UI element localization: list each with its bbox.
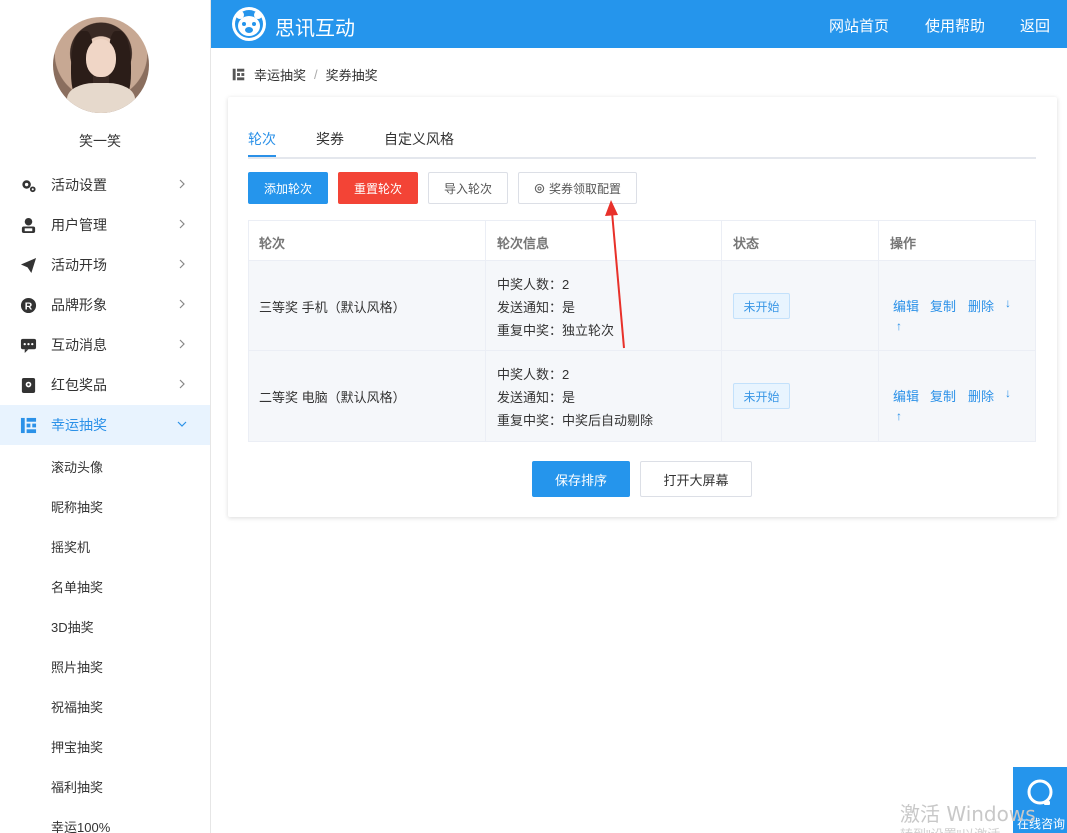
status-badge: 未开始 xyxy=(733,383,790,409)
tab-custom-style[interactable]: 自定义风格 xyxy=(384,129,454,149)
lottery-icon xyxy=(232,68,245,80)
sidebar-subitem[interactable]: 照片抽奖 xyxy=(0,645,210,685)
sidebar-subitem[interactable]: 押宝抽奖 xyxy=(0,725,210,765)
sidebar-subitem[interactable]: 滚动头像 xyxy=(0,445,210,485)
round-name: 三等奖 手机（默认风格） xyxy=(259,300,406,315)
sidebar-menu: 活动设置 用户管理 活动开场 R 品牌形象 互动消息 红包奖品 幸运抽奖 滚动头… xyxy=(0,165,210,833)
save-order-button[interactable]: 保存排序 xyxy=(532,461,630,497)
round-info-line: 重复中奖：独立轮次 xyxy=(497,323,615,338)
table-row: 三等奖 手机（默认风格） 中奖人数：2 发送通知：是 重复中奖：独立轮次 未开始… xyxy=(249,261,1035,351)
sidebar-item-label: 品牌形象 xyxy=(51,297,107,313)
breadcrumb-separator: / xyxy=(314,66,318,82)
sidebar-item-label: 红包奖品 xyxy=(51,377,107,393)
nav-help-link[interactable]: 使用帮助 xyxy=(925,15,985,36)
delete-link[interactable]: 删除 xyxy=(968,296,994,315)
round-info-line: 中奖人数：2 xyxy=(497,277,570,292)
sidebar-item-brand-image[interactable]: R 品牌形象 xyxy=(0,285,210,325)
ticket-claim-config-button[interactable]: 奖券领取配置 xyxy=(518,172,637,204)
chevron-down-icon xyxy=(177,421,187,427)
sidebar-item-label: 幸运抽奖 xyxy=(51,417,107,433)
top-header: 思讯互动 网站首页 使用帮助 返回 xyxy=(211,0,1067,48)
edit-link[interactable]: 编辑 xyxy=(893,386,919,405)
gift-icon xyxy=(21,377,36,394)
delete-link[interactable]: 删除 xyxy=(968,386,994,405)
nav-home-link[interactable]: 网站首页 xyxy=(829,15,889,36)
move-down-icon[interactable]: ↓ xyxy=(1005,386,1011,400)
sidebar-item-red-envelope-prizes[interactable]: 红包奖品 xyxy=(0,365,210,405)
sidebar-item-lucky-draw[interactable]: 幸运抽奖 xyxy=(0,405,210,445)
windows-activation-watermark-sub: 转到"设置"以激活 xyxy=(900,824,1000,833)
main-panel: 轮次 奖券 自定义风格 添加轮次 重置轮次 导入轮次 奖券领取配置 轮次 轮次信… xyxy=(228,97,1057,517)
chevron-right-icon xyxy=(179,379,185,389)
move-down-icon[interactable]: ↓ xyxy=(1005,296,1011,310)
sidebar-item-user-management[interactable]: 用户管理 xyxy=(0,205,210,245)
sidebar-item-activity-opening[interactable]: 活动开场 xyxy=(0,245,210,285)
column-header: 状态 xyxy=(733,236,760,251)
tab-tickets[interactable]: 奖券 xyxy=(316,129,344,149)
edit-link[interactable]: 编辑 xyxy=(893,296,919,315)
breadcrumb: 幸运抽奖 / 奖券抽奖 xyxy=(232,64,378,84)
column-header: 操作 xyxy=(890,236,917,251)
breadcrumb-current: 奖券抽奖 xyxy=(325,67,378,83)
username: 笑一笑 xyxy=(79,133,121,149)
brand-name: 思讯互动 xyxy=(275,16,355,40)
column-header: 轮次信息 xyxy=(497,236,550,251)
send-icon xyxy=(20,257,37,274)
import-round-button[interactable]: 导入轮次 xyxy=(428,172,508,204)
tab-rounds[interactable]: 轮次 xyxy=(248,129,276,149)
open-big-screen-button[interactable]: 打开大屏幕 xyxy=(640,461,752,497)
move-up-icon[interactable]: ↑ xyxy=(896,319,902,333)
sidebar-item-interactive-messages[interactable]: 互动消息 xyxy=(0,325,210,365)
sidebar-item-activity-settings[interactable]: 活动设置 xyxy=(0,165,210,205)
copy-link[interactable]: 复制 xyxy=(930,386,956,405)
button-label: 奖券领取配置 xyxy=(548,181,621,196)
rounds-table: 轮次 轮次信息 状态 操作 三等奖 手机（默认风格） 中奖人数：2 发送通知：是… xyxy=(248,220,1036,442)
round-name: 二等奖 电脑（默认风格） xyxy=(259,390,406,405)
move-up-icon[interactable]: ↑ xyxy=(896,409,902,423)
round-info-line: 重复中奖：中奖后自动剔除 xyxy=(497,413,654,428)
sidebar: 笑一笑 活动设置 用户管理 活动开场 R 品牌形象 互动消息 红包奖品 幸运抽奖… xyxy=(0,0,211,833)
add-round-button[interactable]: 添加轮次 xyxy=(248,172,328,204)
sidebar-subitem[interactable]: 名单抽奖 xyxy=(0,565,210,605)
svg-text:R: R xyxy=(25,301,33,312)
chevron-right-icon xyxy=(179,299,185,309)
sidebar-subitem[interactable]: 祝福抽奖 xyxy=(0,685,210,725)
gear-icon xyxy=(534,183,545,193)
chevron-right-icon xyxy=(179,339,185,349)
chevron-right-icon xyxy=(179,179,185,189)
round-info-line: 发送通知：是 xyxy=(497,300,576,315)
sidebar-subitem[interactable]: 昵称抽奖 xyxy=(0,485,210,525)
lottery-icon xyxy=(20,417,37,434)
sidebar-item-label: 用户管理 xyxy=(51,217,107,233)
sidebar-item-label: 活动设置 xyxy=(51,177,107,193)
windows-activation-watermark: 激活 Windows xyxy=(900,802,1036,826)
round-info-line: 中奖人数：2 xyxy=(497,367,570,382)
copy-link[interactable]: 复制 xyxy=(930,296,956,315)
breadcrumb-item[interactable]: 幸运抽奖 xyxy=(254,65,306,84)
sidebar-subitem[interactable]: 3D抽奖 xyxy=(0,605,210,645)
column-header: 轮次 xyxy=(259,236,286,251)
sidebar-subitem[interactable]: 福利抽奖 xyxy=(0,765,210,805)
tab-bar: 轮次 奖券 自定义风格 xyxy=(248,129,1036,159)
status-badge: 未开始 xyxy=(733,293,790,319)
gear-icon xyxy=(22,180,36,193)
reset-round-button[interactable]: 重置轮次 xyxy=(338,172,418,204)
sidebar-subitem[interactable]: 摇奖机 xyxy=(0,525,210,565)
registered-icon: R xyxy=(20,297,37,314)
table-row: 二等奖 电脑（默认风格） 中奖人数：2 发送通知：是 重复中奖：中奖后自动剔除 … xyxy=(249,351,1035,441)
chevron-right-icon xyxy=(179,219,185,229)
user-icon xyxy=(21,217,36,234)
sidebar-item-label: 互动消息 xyxy=(51,337,107,353)
sidebar-item-label: 活动开场 xyxy=(51,257,107,273)
sidebar-subitem[interactable]: 幸运100% xyxy=(0,805,210,833)
table-header: 轮次 轮次信息 状态 操作 xyxy=(249,221,1035,261)
nav-back-link[interactable]: 返回 xyxy=(1020,15,1050,36)
round-info-line: 发送通知：是 xyxy=(497,390,576,405)
chat-icon xyxy=(20,338,37,354)
avatar[interactable] xyxy=(53,17,149,113)
tab-indicator xyxy=(248,155,276,157)
chevron-right-icon xyxy=(179,259,185,269)
bear-logo-icon[interactable] xyxy=(231,6,267,42)
